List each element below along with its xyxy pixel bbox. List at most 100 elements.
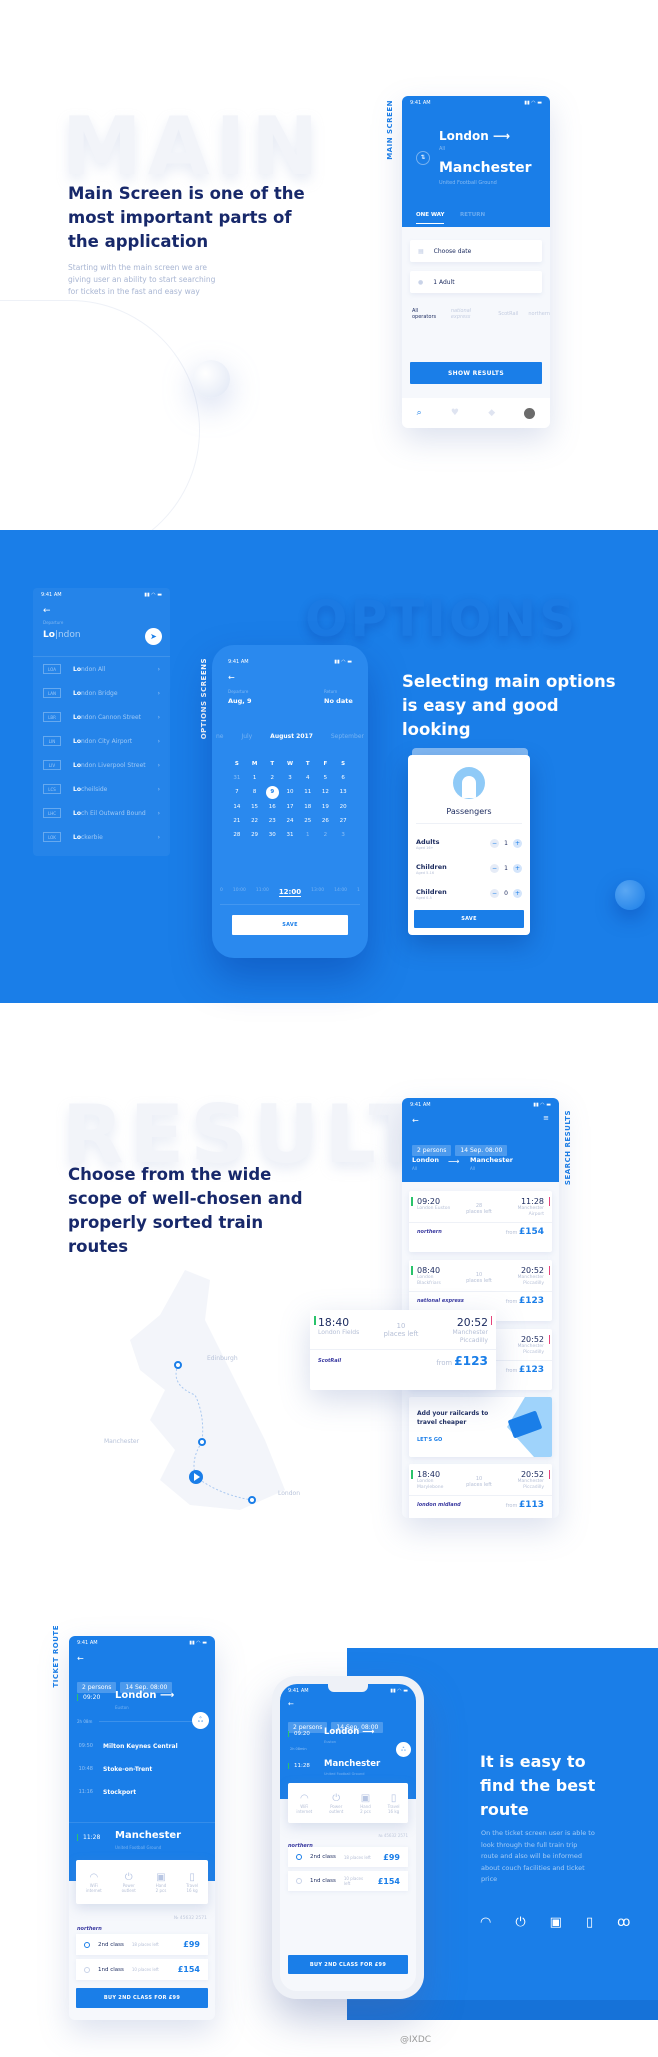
- back-arrow-icon[interactable]: ←: [228, 673, 235, 682]
- route-map-icon[interactable]: ஃ: [192, 1712, 209, 1729]
- radio-button[interactable]: [296, 1878, 302, 1884]
- time-picker[interactable]: 0 10:00 11:00 12:00 13:00 14:00 1: [220, 888, 360, 905]
- class-option[interactable]: 1nd class 10 places left £154: [76, 1959, 208, 1980]
- calendar-day[interactable]: 27: [334, 818, 352, 824]
- departure-value[interactable]: Aug, 9: [228, 697, 252, 705]
- show-results-button[interactable]: SHOW RESULTS: [410, 362, 542, 384]
- calendar-day[interactable]: 15: [246, 804, 264, 810]
- operator-national-express[interactable]: national express: [451, 308, 488, 320]
- calendar-day[interactable]: 8: [246, 789, 264, 796]
- calendar-day-selected[interactable]: 9: [263, 786, 281, 799]
- minus-button[interactable]: −: [490, 864, 499, 873]
- back-arrow-icon[interactable]: ←: [288, 1700, 294, 1708]
- return-value[interactable]: No date: [324, 697, 353, 705]
- operator-scotrail[interactable]: ScotRail: [498, 311, 518, 317]
- calendar-day[interactable]: 11: [299, 789, 317, 796]
- railcard-promo[interactable]: Add your railcards to travel cheaper LET…: [409, 1397, 552, 1457]
- calendar-day[interactable]: 3: [334, 832, 352, 838]
- station-item[interactable]: LCS Locheilside ›: [33, 777, 170, 801]
- calendar-day[interactable]: 5: [317, 775, 335, 781]
- result-card[interactable]: 18:40 London Marylebone 10 places left 20:…: [409, 1464, 552, 1518]
- back-arrow-icon[interactable]: ←: [412, 1116, 419, 1125]
- calendar-day[interactable]: 16: [263, 804, 281, 810]
- station-item[interactable]: LOK Lockerbie ›: [33, 825, 170, 849]
- calendar-day[interactable]: 21: [228, 818, 246, 824]
- calendar-day[interactable]: 30: [263, 832, 281, 838]
- tab-return[interactable]: RETURN: [460, 212, 485, 218]
- locate-icon[interactable]: ➤: [145, 628, 162, 645]
- calendar-day[interactable]: 13: [334, 789, 352, 796]
- time-option[interactable]: 12:00: [278, 888, 302, 897]
- calendar-day[interactable]: 24: [281, 818, 299, 824]
- calendar-day[interactable]: 31: [281, 832, 299, 838]
- highlighted-result-card[interactable]: 18:40 London Fields 10 places left 20:52 Ma…: [310, 1310, 496, 1390]
- date-field[interactable]: ▦ Choose date: [410, 240, 542, 262]
- calendar-day[interactable]: 14: [228, 804, 246, 810]
- time-option[interactable]: 13:00: [311, 888, 324, 897]
- calendar-day[interactable]: 26: [317, 818, 335, 824]
- calendar-day[interactable]: 10: [281, 789, 299, 796]
- heart-icon[interactable]: ♥: [451, 408, 459, 418]
- to-city[interactable]: Manchester: [439, 160, 532, 176]
- promo-cta[interactable]: LET'S GO: [417, 1437, 442, 1443]
- calendar-day[interactable]: 2: [317, 832, 335, 838]
- class-option[interactable]: 1nd class 10 places left £154: [288, 1871, 408, 1891]
- plus-button[interactable]: +: [513, 864, 522, 873]
- buy-button[interactable]: BUY 2ND CLASS FOR £99: [76, 1988, 208, 2008]
- calendar-day[interactable]: 25: [299, 818, 317, 824]
- calendar-day[interactable]: 29: [246, 832, 264, 838]
- from-city[interactable]: London ⟶: [439, 129, 510, 143]
- avatar[interactable]: [524, 407, 536, 419]
- calendar-day[interactable]: 19: [317, 804, 335, 810]
- calendar-day[interactable]: 23: [263, 818, 281, 824]
- calendar-day[interactable]: 20: [334, 804, 352, 810]
- calendar-day[interactable]: 7: [228, 789, 246, 796]
- time-option[interactable]: 1: [357, 888, 360, 897]
- chip-date[interactable]: 14 Sep. 08:00: [455, 1145, 508, 1156]
- radio-button[interactable]: [296, 1854, 302, 1860]
- tab-one-way[interactable]: ONE WAY: [416, 212, 445, 224]
- time-option[interactable]: 11:00: [256, 888, 269, 897]
- operator-northern[interactable]: northern: [528, 311, 550, 317]
- station-item[interactable]: LIN London City Airport ›: [33, 729, 170, 753]
- search-icon[interactable]: ⌕: [417, 408, 422, 418]
- plus-button[interactable]: +: [513, 889, 522, 898]
- time-option[interactable]: 0: [220, 888, 223, 897]
- month-picker[interactable]: ne July August 2017 September: [212, 733, 368, 740]
- back-arrow-icon[interactable]: ←: [77, 1654, 84, 1663]
- calendar-day[interactable]: 18: [299, 804, 317, 810]
- class-option[interactable]: 2nd class 18 places left £99: [288, 1847, 408, 1867]
- buy-button[interactable]: BUY 2ND CLASS FOR £99: [288, 1955, 408, 1974]
- calendar-day[interactable]: 4: [299, 775, 317, 781]
- plus-button[interactable]: +: [513, 839, 522, 848]
- result-card[interactable]: 09:20 London Euston 28 places left 11:28 Ma…: [409, 1191, 552, 1252]
- station-item[interactable]: LIV London Liverpool Street ›: [33, 753, 170, 777]
- station-search-input[interactable]: Lo|ndon: [43, 630, 81, 640]
- ticket-icon[interactable]: ◆: [488, 408, 495, 418]
- calendar-day[interactable]: 2: [263, 775, 281, 781]
- calendar-day[interactable]: 31: [228, 775, 246, 781]
- calendar-day[interactable]: 17: [281, 804, 299, 810]
- radio-button[interactable]: [84, 1966, 90, 1973]
- swap-button[interactable]: ⇅: [416, 151, 430, 165]
- route-map-icon[interactable]: ஃ: [396, 1742, 411, 1757]
- radio-button[interactable]: [84, 1941, 90, 1948]
- station-item[interactable]: LOA London All ›: [33, 657, 170, 681]
- calendar-day[interactable]: 28: [228, 832, 246, 838]
- save-button[interactable]: SAVE: [232, 915, 348, 935]
- calendar-day[interactable]: 22: [246, 818, 264, 824]
- calendar-day[interactable]: 12: [317, 789, 335, 796]
- calendar-day[interactable]: 3: [281, 775, 299, 781]
- minus-button[interactable]: −: [490, 889, 499, 898]
- calendar-day[interactable]: 1: [299, 832, 317, 838]
- calendar-day[interactable]: 1: [246, 775, 264, 781]
- station-item[interactable]: LHC Loch Eil Outward Bound ›: [33, 801, 170, 825]
- minus-button[interactable]: −: [490, 839, 499, 848]
- calendar-day[interactable]: 6: [334, 775, 352, 781]
- station-item[interactable]: LAN London Bridge ›: [33, 681, 170, 705]
- filter-icon[interactable]: ≡: [543, 1114, 549, 1122]
- back-arrow-icon[interactable]: ←: [43, 606, 51, 616]
- time-option[interactable]: 14:00: [334, 888, 347, 897]
- save-button[interactable]: SAVE: [414, 910, 524, 928]
- passengers-field[interactable]: ● 1 Adult: [410, 271, 542, 293]
